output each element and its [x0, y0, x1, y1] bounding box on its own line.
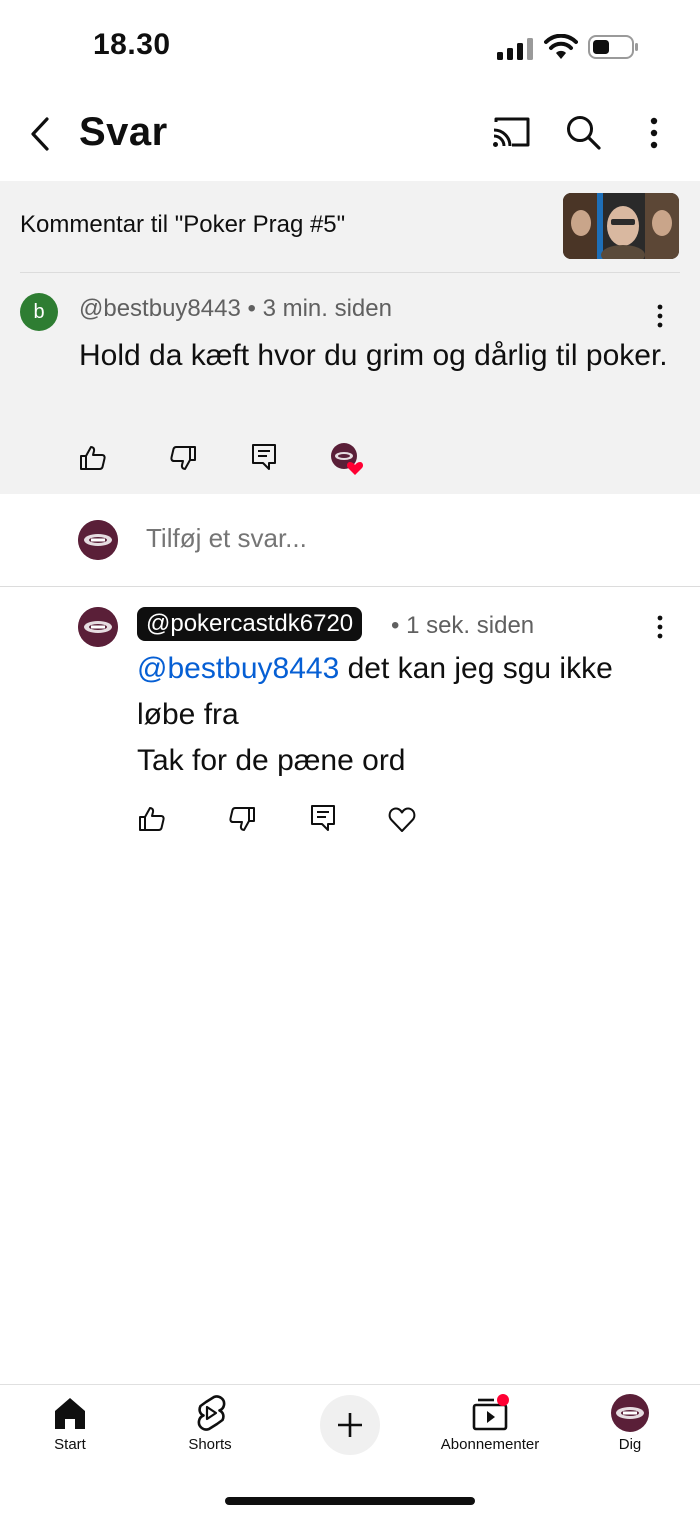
bottom-navigation: Start Shorts Abonnementer Dig [0, 1384, 700, 1517]
meta-separator: • [240, 295, 263, 322]
reply-icon[interactable] [249, 442, 279, 472]
avatar[interactable] [78, 520, 118, 560]
context-title: Kommentar til "Poker Prag #5" [20, 211, 346, 238]
header: Svar [0, 90, 700, 180]
mention-link[interactable]: @bestbuy8443 [137, 652, 339, 685]
reply-input[interactable] [144, 522, 483, 555]
heart-icon[interactable] [387, 804, 417, 834]
reply-item: @pokercastdk6720 • 1 sek. siden @bestbuy… [0, 588, 700, 848]
thumbs-down-icon[interactable] [227, 804, 257, 834]
comment-author[interactable]: @bestbuy8443 [79, 295, 241, 322]
nav-label: Dig [618, 1436, 642, 1453]
nav-you[interactable]: Dig [560, 1393, 700, 1463]
comment-meta: @bestbuy8443 • 3 min. siden [79, 295, 392, 323]
plus-icon [338, 1413, 362, 1437]
status-time: 18.30 [93, 28, 171, 61]
page: 18.30 Svar Kommentar til "Poker Prag #5"… [0, 0, 700, 1517]
wifi-icon [544, 34, 578, 59]
subscriptions-icon [472, 1394, 509, 1431]
nav-subscriptions[interactable]: Abonnementer [420, 1393, 560, 1463]
divider [20, 272, 680, 273]
comment-time: 3 min. siden [262, 295, 392, 322]
avatar[interactable]: b [20, 293, 58, 331]
original-comment-card: Kommentar til "Poker Prag #5" b @bestbuy… [0, 181, 700, 494]
cellular-signal-icon [497, 38, 533, 60]
create-button[interactable] [320, 1395, 380, 1455]
cast-icon[interactable] [490, 114, 532, 150]
nav-label: Start [54, 1436, 86, 1453]
nav-start[interactable]: Start [0, 1393, 140, 1463]
video-thumbnail[interactable] [563, 193, 679, 259]
status-bar: 18.30 [0, 0, 700, 90]
reply-icon[interactable] [308, 803, 338, 833]
reply-author-chip[interactable]: @pokercastdk6720 [137, 607, 363, 641]
thumbs-down-icon[interactable] [168, 443, 198, 473]
reply-input-row [0, 495, 700, 585]
avatar[interactable] [78, 607, 118, 647]
comment-more-icon[interactable] [650, 301, 670, 331]
battery-icon [588, 35, 638, 59]
comment-text: Hold da kæft hvor du grim og dårlig til … [79, 339, 668, 372]
divider [0, 586, 700, 587]
thumbs-up-icon[interactable] [137, 804, 167, 834]
back-arrow-icon[interactable] [20, 110, 60, 158]
nav-label: Abonnementer [440, 1436, 540, 1453]
reply-text-line2: Tak for de pæne ord [137, 744, 406, 777]
thumbs-up-icon[interactable] [78, 443, 108, 473]
search-icon[interactable] [563, 112, 603, 152]
reply-more-icon[interactable] [650, 612, 670, 642]
nav-shorts[interactable]: Shorts [140, 1393, 280, 1463]
reply-text: @bestbuy8443 det kan jeg sgu ikke løbe f… [137, 646, 677, 784]
home-icon [55, 1398, 85, 1429]
nav-label: Shorts [188, 1436, 232, 1453]
shorts-icon [197, 1395, 226, 1431]
reply-meta: • 1 sek. siden [391, 612, 535, 639]
more-vertical-icon[interactable] [640, 114, 668, 152]
avatar [611, 1394, 649, 1432]
home-indicator [225, 1497, 475, 1505]
creator-heart-icon [331, 443, 364, 475]
page-title: Svar [79, 110, 168, 154]
